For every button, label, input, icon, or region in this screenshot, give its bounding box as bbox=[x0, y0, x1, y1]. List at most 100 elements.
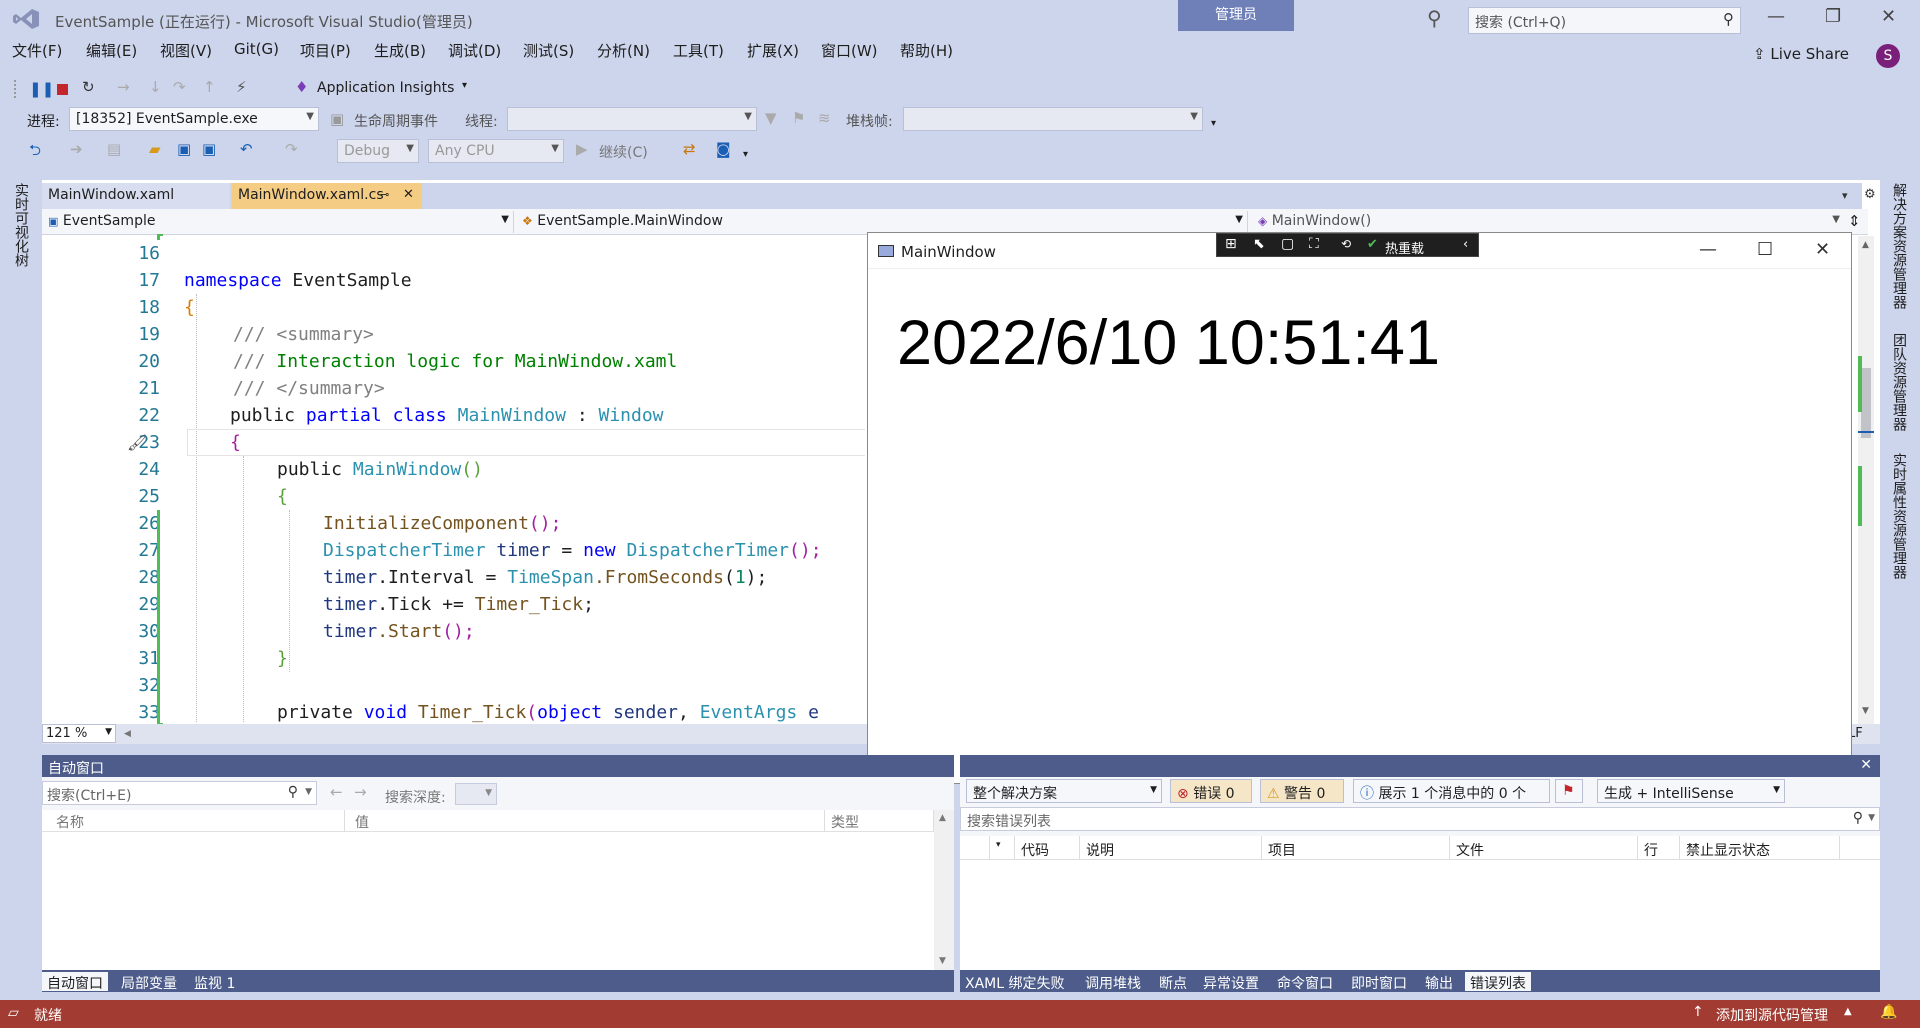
tab-mainwindow-xaml-cs[interactable]: MainWindow.xaml.cs ⊸ ✕ bbox=[232, 183, 422, 209]
restore-button[interactable]: ❐ bbox=[1825, 6, 1841, 27]
column-file[interactable]: 文件 bbox=[1450, 836, 1638, 860]
code-editor[interactable]: namespace EventSample { /// <summary> //… bbox=[160, 236, 865, 723]
scrollbar-thumb[interactable] bbox=[1861, 368, 1871, 438]
process-dropdown[interactable]: [18352] EventSample.exe ▼ bbox=[69, 107, 319, 131]
browser-link-icon[interactable]: ⇄ bbox=[683, 140, 696, 158]
tab-output[interactable]: 输出 bbox=[1420, 972, 1458, 992]
tab-xaml-binding-failures[interactable]: XAML 绑定失败 bbox=[960, 972, 1070, 992]
live-share-button[interactable]: ⇪ Live Share bbox=[1753, 45, 1849, 63]
scroll-down-icon[interactable]: ▼ bbox=[939, 956, 946, 966]
app-close-button[interactable]: ✕ bbox=[1815, 239, 1830, 260]
hot-reload-icon[interactable]: ⚡ bbox=[236, 78, 247, 96]
column-code[interactable]: 代码 bbox=[1015, 836, 1080, 860]
autos-search-input[interactable]: 搜索(Ctrl+E) ⚲ ▼ bbox=[42, 781, 317, 805]
column-line[interactable]: 行 bbox=[1638, 836, 1680, 860]
tab-watch-1[interactable]: 监视 1 bbox=[189, 972, 240, 992]
menu-tools[interactable]: 工具(T) bbox=[673, 40, 724, 61]
continue-button[interactable]: 继续(C) bbox=[599, 142, 648, 162]
restart-icon[interactable]: ↻ bbox=[82, 78, 95, 96]
close-button[interactable]: ✕ bbox=[1881, 6, 1896, 27]
filter-icon[interactable]: ▾ bbox=[990, 836, 1015, 860]
error-search-input[interactable]: 搜索错误列表 ⚲ ▼ bbox=[960, 807, 1880, 831]
lifecycle-events-button[interactable]: 生命周期事件 bbox=[354, 111, 438, 131]
stackframe-dropdown[interactable]: ▼ bbox=[903, 107, 1203, 131]
tab-error-list[interactable]: 错误列表 bbox=[1465, 972, 1531, 992]
column-sort[interactable] bbox=[960, 836, 990, 860]
scope-dropdown[interactable]: 整个解决方案 ▼ bbox=[966, 779, 1162, 803]
tab-locals[interactable]: 局部变量 bbox=[116, 972, 182, 992]
stop-icon[interactable] bbox=[57, 84, 68, 95]
menu-help[interactable]: 帮助(H) bbox=[900, 40, 953, 61]
column-project[interactable]: 项目 bbox=[1262, 836, 1450, 860]
screenshot-icon[interactable]: ◙ bbox=[716, 140, 731, 158]
column-suppression-state[interactable]: 禁止显示状态 bbox=[1680, 836, 1840, 860]
application-insights-button[interactable]: Application Insights bbox=[317, 80, 454, 96]
messages-filter-button[interactable]: ⓘ 展示 1 个消息中的 0 个 bbox=[1353, 779, 1550, 803]
menu-view[interactable]: 视图(V) bbox=[160, 40, 212, 61]
type-dropdown[interactable]: ❖ EventSample.MainWindow ▼ bbox=[518, 211, 1248, 233]
gear-icon[interactable]: ⚙ bbox=[1864, 187, 1876, 202]
tab-call-stack[interactable]: 调用堆栈 bbox=[1080, 972, 1146, 992]
tab-autos[interactable]: 自动窗口 bbox=[42, 972, 108, 992]
tab-command-window[interactable]: 命令窗口 bbox=[1272, 972, 1338, 992]
editor-scrollbar[interactable]: ▲ ▼ bbox=[1858, 236, 1874, 724]
add-to-source-control-button[interactable]: 添加到源代码管理 bbox=[1716, 1005, 1828, 1025]
search-input[interactable]: 搜索 (Ctrl+Q) ⚲ bbox=[1468, 7, 1741, 34]
quick-actions-brush-icon[interactable]: 🖌 bbox=[127, 433, 147, 452]
menu-git[interactable]: Git(G) bbox=[234, 40, 279, 58]
solution-explorer-tab[interactable]: 解决方案资源管理器 bbox=[1889, 183, 1909, 309]
tab-immediate-window[interactable]: 即时窗口 bbox=[1346, 972, 1412, 992]
track-focus-icon[interactable]: ⛶ bbox=[1309, 236, 1319, 252]
toolbar-overflow-icon[interactable]: ▾ bbox=[1211, 118, 1216, 129]
team-explorer-tab[interactable]: 团队资源管理器 bbox=[1889, 333, 1909, 431]
tab-exception-settings[interactable]: 异常设置 bbox=[1198, 972, 1264, 992]
scroll-up-icon[interactable]: ▲ bbox=[939, 813, 946, 823]
search-depth-dropdown[interactable]: ▼ bbox=[455, 783, 497, 805]
toolbar-overflow-icon[interactable]: ▾ bbox=[743, 149, 748, 160]
display-adorners-icon[interactable]: ▢ bbox=[1281, 236, 1294, 252]
live-visual-tree-icon[interactable]: ⊞ bbox=[1225, 236, 1237, 252]
platform-dropdown[interactable]: Any CPU ▼ bbox=[428, 139, 564, 163]
column-description[interactable]: 说明 bbox=[1080, 836, 1262, 860]
project-dropdown[interactable]: ▣ EventSample ▼ bbox=[44, 211, 514, 233]
warnings-filter-button[interactable]: ⚠ 警告 0 bbox=[1260, 779, 1344, 803]
tab-list-dropdown-icon[interactable]: ▾ bbox=[1842, 189, 1848, 202]
build-intellisense-dropdown[interactable]: 生成 + IntelliSense ▼ bbox=[1597, 779, 1785, 803]
open-folder-icon[interactable]: ▰ bbox=[149, 140, 161, 158]
menu-build[interactable]: 生成(B) bbox=[374, 40, 426, 61]
tab-mainwindow-xaml[interactable]: MainWindow.xaml bbox=[42, 183, 230, 209]
errors-filter-button[interactable]: ⊗ 错误 0 bbox=[1170, 779, 1252, 803]
build-filter-icon[interactable]: ⚑ bbox=[1555, 779, 1583, 803]
menu-test[interactable]: 测试(S) bbox=[523, 40, 574, 61]
column-value[interactable]: 值 bbox=[345, 810, 825, 832]
scroll-down-icon[interactable]: ▼ bbox=[1862, 706, 1869, 716]
pin-icon[interactable]: ⊸ bbox=[380, 188, 389, 201]
avatar[interactable]: S bbox=[1876, 44, 1900, 68]
save-all-icon[interactable]: ▣ bbox=[202, 140, 216, 158]
feedback-icon[interactable]: ⚲ bbox=[1427, 6, 1442, 30]
configuration-dropdown[interactable]: Debug ▼ bbox=[337, 139, 419, 163]
select-element-icon[interactable]: ⬉ bbox=[1253, 236, 1265, 252]
back-icon[interactable]: ⮌ bbox=[29, 140, 41, 165]
app-maximize-button[interactable]: ☐ bbox=[1757, 239, 1773, 260]
column-name[interactable]: 名称 bbox=[42, 810, 345, 832]
tab-breakpoints[interactable]: 断点 bbox=[1154, 972, 1192, 992]
scroll-up-icon[interactable]: ▲ bbox=[1862, 240, 1869, 250]
member-dropdown[interactable]: ◈ MainWindow() ▼ bbox=[1254, 211, 1844, 233]
save-icon[interactable]: ▣ bbox=[177, 140, 191, 158]
menu-project[interactable]: 项目(P) bbox=[300, 40, 351, 61]
chevron-down-icon[interactable]: ▾ bbox=[462, 80, 467, 91]
hot-reload-label[interactable]: 热重载 bbox=[1385, 238, 1424, 257]
close-tab-icon[interactable]: ✕ bbox=[403, 187, 414, 202]
undo-icon[interactable]: ↶ bbox=[240, 140, 253, 158]
split-editor-icon[interactable]: ⇕ bbox=[1848, 212, 1861, 230]
menu-analyze[interactable]: 分析(N) bbox=[597, 40, 650, 61]
menu-extensions[interactable]: 扩展(X) bbox=[747, 40, 799, 61]
live-visual-tree-tab[interactable]: 实时可视化树 bbox=[11, 183, 31, 267]
column-type[interactable]: 类型 bbox=[825, 810, 934, 832]
live-property-explorer-tab[interactable]: 实时属性资源管理器 bbox=[1889, 453, 1909, 579]
thread-dropdown[interactable]: ▼ bbox=[507, 107, 757, 131]
app-minimize-button[interactable]: — bbox=[1699, 239, 1717, 260]
zoom-dropdown[interactable]: 121 % ▼ bbox=[42, 724, 116, 743]
binding-failures-icon[interactable]: ⟲ bbox=[1341, 237, 1351, 251]
